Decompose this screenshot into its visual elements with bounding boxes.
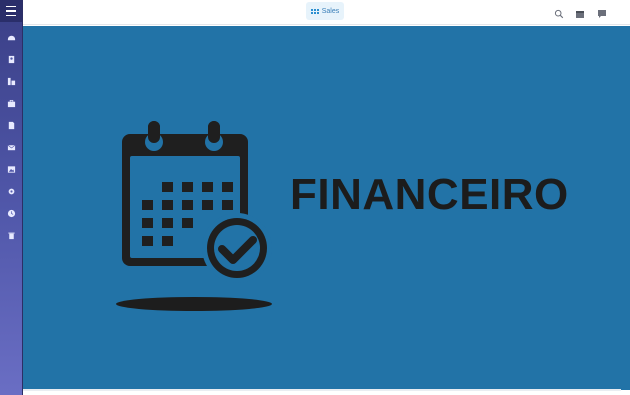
sidebar-item-settings[interactable] [4,184,18,198]
sidebar-item-dashboard[interactable] [4,30,18,44]
settings-icon [8,188,14,194]
trash-icon [7,232,15,239]
calendar-shadow [116,297,272,311]
mail-icon [7,144,15,150]
sidebar-item-mail[interactable] [4,140,18,154]
menu-toggle-button[interactable] [0,0,22,22]
calendar-icon [576,11,584,18]
calendar-button[interactable] [575,6,585,18]
sidebar-item-reports[interactable] [4,74,18,88]
sidebar-item-image[interactable] [4,162,18,176]
chat-icon [598,10,606,18]
sidebar-item-document[interactable] [4,118,18,132]
document-icon [8,121,14,129]
dashboard-icon [7,35,15,40]
search-icon [554,9,564,19]
bottom-divider [23,389,621,391]
clock-icon [7,209,15,217]
sales-app-label: Sales [321,7,340,15]
sales-app-button[interactable]: Sales [306,2,344,20]
contacts-icon [8,55,14,63]
search-button[interactable] [554,6,564,19]
apps-grid-icon [310,8,319,14]
chat-button[interactable] [597,6,607,18]
sidebar-item-briefcase[interactable] [4,96,18,110]
hamburger-icon [6,4,16,18]
sidebar-item-contacts[interactable] [4,52,18,66]
banner-title: FINANCEIRO [290,170,569,219]
calendar-check-icon [122,121,272,283]
image-icon [7,165,15,173]
sidebar-item-trash[interactable] [4,228,18,242]
briefcase-icon [7,99,15,107]
sidebar [0,0,23,395]
sidebar-item-clock[interactable] [4,206,18,220]
reports-icon [7,77,15,85]
topbar: Sales [23,0,630,25]
financeiro-banner: FINANCEIRO [23,26,630,390]
